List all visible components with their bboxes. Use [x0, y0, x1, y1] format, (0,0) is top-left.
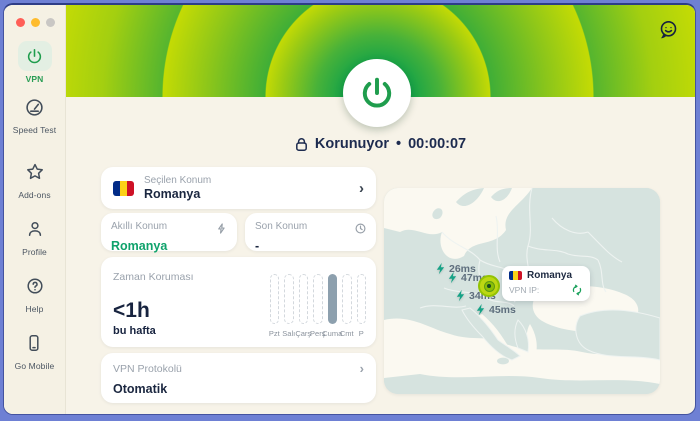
- day-label: P: [359, 329, 364, 338]
- person-icon: [18, 214, 52, 244]
- time-protection-card: Zaman Koruması <1h bu hafta Pzt Salı Çar…: [101, 257, 376, 347]
- selected-location-card[interactable]: Seçilen Konum Romanya ›: [101, 167, 376, 209]
- session-timer: 00:00:07: [408, 136, 466, 152]
- usage-bar: [299, 274, 309, 324]
- latency-label: 45ms: [489, 304, 516, 316]
- usage-bar: [284, 274, 294, 324]
- vpn-protocol-value: Otomatik: [113, 382, 364, 396]
- refresh-icon[interactable]: [571, 284, 583, 296]
- romania-flag-icon: [113, 181, 134, 196]
- lock-icon: [295, 137, 308, 152]
- last-location-value: -: [255, 239, 366, 253]
- connect-power-button[interactable]: [343, 59, 411, 127]
- time-protection-label: Zaman Koruması: [113, 271, 194, 283]
- europe-map: 26ms 47ms 34ms 45ms: [384, 188, 660, 394]
- sidebar-item-vpn[interactable]: VPN: [18, 41, 52, 84]
- selected-location-value: Romanya: [144, 187, 349, 201]
- tooltip-country: Romanya: [527, 270, 572, 281]
- sidebar-item-label: Profile: [22, 247, 47, 257]
- smart-location-value: Romanya: [111, 239, 227, 253]
- bolt-icon: [474, 303, 487, 316]
- star-icon: [18, 157, 52, 187]
- day-label: Çarş: [295, 329, 311, 338]
- time-protected-period: bu hafta: [113, 325, 156, 337]
- clock-icon: [355, 221, 366, 239]
- day-label: Pzt: [269, 329, 280, 338]
- chevron-right-icon: ›: [359, 181, 364, 196]
- sidebar-item-profile[interactable]: Profile: [18, 214, 52, 257]
- smart-location-label: Akıllı Konum: [111, 221, 167, 232]
- server-ping: 45ms: [474, 303, 516, 316]
- day-label: Cmt: [340, 329, 354, 338]
- bolt-icon: [216, 221, 227, 239]
- sidebar-item-label: Add-ons: [18, 190, 50, 200]
- sidebar: VPN Speed Test Add-ons Profile: [4, 5, 66, 414]
- desktop-background: VPN Speed Test Add-ons Profile: [0, 0, 700, 421]
- power-icon: [18, 41, 52, 71]
- speedometer-icon: [17, 92, 51, 122]
- sidebar-item-speed-test[interactable]: Speed Test: [13, 92, 56, 135]
- usage-bar: [313, 274, 323, 324]
- vpn-ip-label: VPN IP:: [509, 285, 539, 295]
- usage-bar: [342, 274, 352, 324]
- vpn-protocol-card[interactable]: VPN Protokolü › Otomatik: [101, 353, 376, 403]
- connected-location-marker: [478, 275, 500, 297]
- sidebar-item-label: VPN: [26, 74, 44, 84]
- status-label: Korunuyor: [315, 136, 389, 152]
- connection-tooltip: Romanya VPN IP:: [502, 266, 590, 301]
- sidebar-item-add-ons[interactable]: Add-ons: [18, 157, 52, 200]
- weekly-usage-chart: Pzt Salı Çarş Perş Cuma Cmt P: [270, 274, 367, 338]
- sidebar-item-label: Speed Test: [13, 125, 56, 135]
- chevron-right-icon: ›: [360, 362, 364, 375]
- zoom-button[interactable]: [46, 18, 55, 27]
- sidebar-item-label: Help: [26, 304, 44, 314]
- vpn-protocol-label: VPN Protokolü: [113, 363, 182, 375]
- smart-location-card: Akıllı Konum Romanya: [101, 213, 237, 251]
- smiley-chat-icon[interactable]: [657, 19, 679, 41]
- status-separator: •: [396, 136, 401, 152]
- sidebar-item-label: Go Mobile: [15, 361, 55, 371]
- usage-bar: [270, 274, 280, 324]
- time-protected-value: <1h: [113, 299, 150, 323]
- connection-status: Korunuyor • 00:00:07: [66, 136, 695, 157]
- sidebar-item-help[interactable]: Help: [18, 271, 52, 314]
- last-location-card: Son Konum -: [245, 213, 376, 251]
- day-label: Salı: [282, 329, 295, 338]
- usage-bar-active: [328, 274, 338, 324]
- sidebar-item-go-mobile[interactable]: Go Mobile: [15, 328, 55, 371]
- window-controls: [4, 5, 55, 27]
- bolt-icon: [446, 271, 459, 284]
- romania-flag-icon: [509, 271, 522, 280]
- selected-location-label: Seçilen Konum: [144, 175, 349, 186]
- last-location-label: Son Konum: [255, 221, 307, 232]
- minimize-button[interactable]: [31, 18, 40, 27]
- bolt-icon: [454, 289, 467, 302]
- close-button[interactable]: [16, 18, 25, 27]
- vpn-app-window: VPN Speed Test Add-ons Profile: [3, 3, 696, 415]
- phone-icon: [17, 328, 51, 358]
- question-icon: [18, 271, 52, 301]
- usage-bar: [357, 274, 367, 324]
